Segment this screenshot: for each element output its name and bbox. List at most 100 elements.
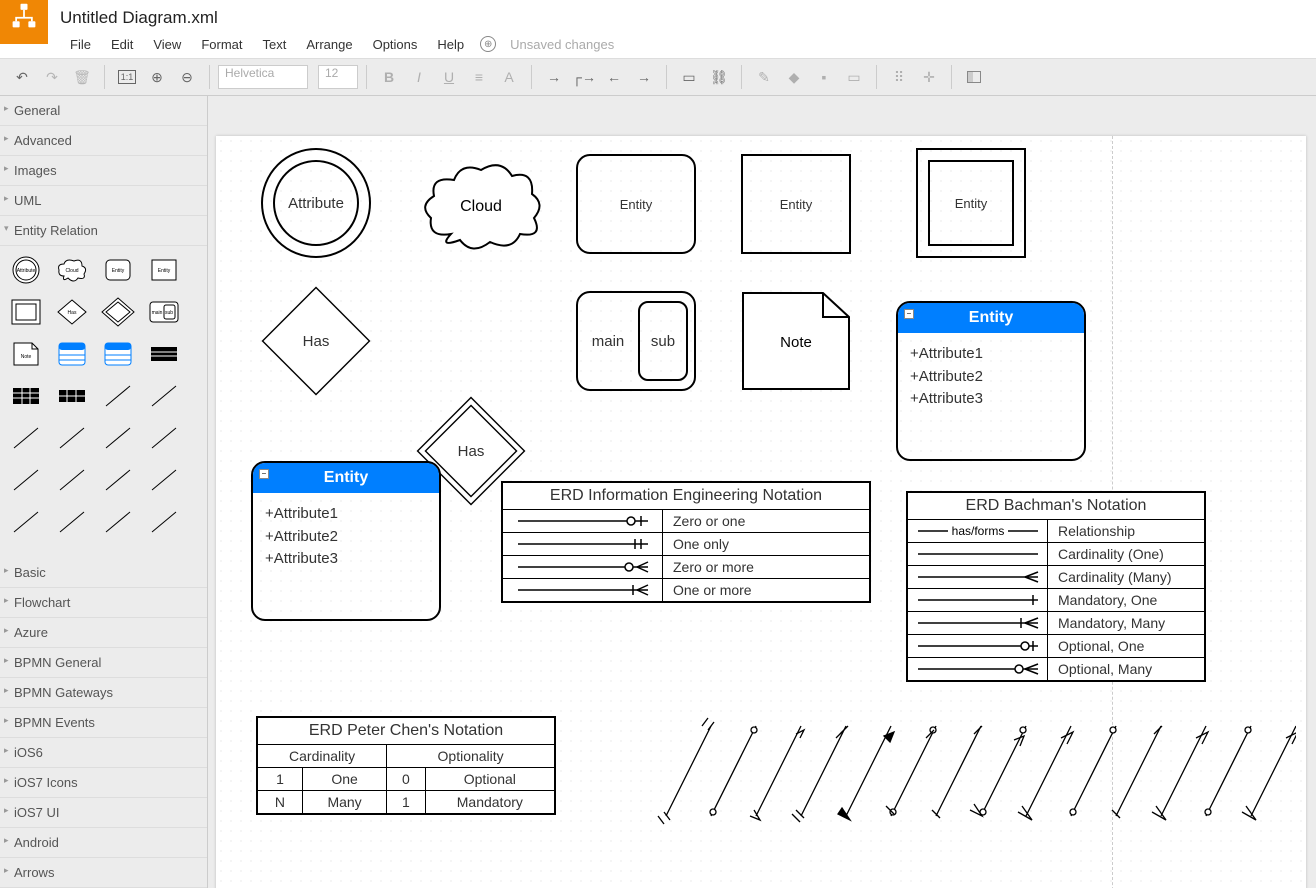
palette-line-14[interactable] [142,502,186,542]
palette-note[interactable]: Note [4,334,48,374]
actual-size-button[interactable]: 1:1 [113,63,141,91]
delete-button[interactable]: 🗑 [68,63,96,91]
sidecat-general[interactable]: General [0,96,207,126]
fill-color-button[interactable]: ◆ [780,63,808,91]
sidecat-advanced[interactable]: Advanced [0,126,207,156]
sidecat-ios7-ui[interactable]: iOS7 UI [0,798,207,828]
connection-samples[interactable] [636,716,1296,839]
shape-entity-rounded[interactable]: Entity [576,154,696,254]
shape-erd-chen-notation[interactable]: ERD Peter Chen's Notation CardinalityOpt… [256,716,556,815]
link-button[interactable]: ⛓ [705,63,733,91]
palette-entity-table-2[interactable] [96,334,140,374]
line-color-button[interactable]: ✎ [750,63,778,91]
menu-arrange[interactable]: Arrange [296,33,362,56]
shadow-button[interactable]: ▪ [810,63,838,91]
sidecat-basic[interactable]: Basic [0,558,207,588]
palette-line-12[interactable] [50,502,94,542]
palette-line-6[interactable] [142,418,186,458]
sidecat-flowchart[interactable]: Flowchart [0,588,207,618]
palette-table-dark[interactable] [142,334,186,374]
italic-button[interactable]: I [405,63,433,91]
font-color-button[interactable]: A [495,63,523,91]
zoom-out-button[interactable]: ⊖ [173,63,201,91]
palette-line-3[interactable] [4,418,48,458]
container-button[interactable]: ▭ [840,63,868,91]
bold-button[interactable]: B [375,63,403,91]
shape-attribute[interactable]: Attribute [261,148,371,258]
undo-button[interactable]: ↶ [8,63,36,91]
palette-has[interactable]: Has [50,292,94,332]
sidecat-ios7-icons[interactable]: iOS7 Icons [0,768,207,798]
shape-erd-ie-notation[interactable]: ERD Information Engineering Notation Zer… [501,481,871,603]
grid-dots-button[interactable]: ⠿ [885,63,913,91]
font-family-input[interactable]: Helvetica [218,65,308,89]
palette-entity-square[interactable]: Entity [142,250,186,290]
palette-grid-2[interactable] [50,376,94,416]
sidecat-ios6[interactable]: iOS6 [0,738,207,768]
waypoint-button[interactable]: ┌→ [570,63,598,91]
palette-has-double[interactable] [96,292,140,332]
menu-view[interactable]: View [143,33,191,56]
palette-entity-table-1[interactable] [50,334,94,374]
canvas-area[interactable]: Attribute Cloud Entity Entity Entity Has… [208,96,1316,888]
sidecat-entity-relation[interactable]: Entity Relation [0,216,207,246]
collapse-icon[interactable]: – [904,309,914,319]
sidecat-azure[interactable]: Azure [0,618,207,648]
font-size-input[interactable]: 12 [318,65,358,89]
palette-cloud[interactable]: Cloud [50,250,94,290]
palette-entity-double[interactable] [4,292,48,332]
sidecat-bpmn-events[interactable]: BPMN Events [0,708,207,738]
palette-line-4[interactable] [50,418,94,458]
sidecat-android[interactable]: Android [0,828,207,858]
palette-line-7[interactable] [4,460,48,500]
palette-line-8[interactable] [50,460,94,500]
line-end-button[interactable]: → [630,63,658,91]
guides-button[interactable]: ✛ [915,63,943,91]
image-button[interactable]: ▭ [675,63,703,91]
menu-help[interactable]: Help [427,33,474,56]
sidecat-uml[interactable]: UML [0,186,207,216]
shape-entity-table-2[interactable]: –Entity +Attribute1 +Attribute2 +Attribu… [251,461,441,621]
drawing-canvas[interactable]: Attribute Cloud Entity Entity Entity Has… [216,136,1306,888]
line-start-button[interactable]: ← [600,63,628,91]
shape-entity-double[interactable]: Entity [916,148,1026,258]
save-status: Unsaved changes [510,37,614,52]
palette-line-9[interactable] [96,460,140,500]
sidecat-arrows[interactable]: Arrows [0,858,207,888]
sidecat-images[interactable]: Images [0,156,207,186]
redo-button[interactable]: ↷ [38,63,66,91]
palette-line-13[interactable] [96,502,140,542]
outline-button[interactable] [960,63,988,91]
align-button[interactable]: ≡ [465,63,493,91]
menu-text[interactable]: Text [252,33,296,56]
shape-note[interactable]: Note [741,291,851,394]
palette-attribute[interactable]: Attribute [4,250,48,290]
menu-file[interactable]: File [60,33,101,56]
palette-line-5[interactable] [96,418,140,458]
palette-grid-1[interactable] [4,376,48,416]
shape-has[interactable]: Has [261,286,371,396]
underline-button[interactable]: U [435,63,463,91]
connection-button[interactable]: → [540,63,568,91]
shape-entity-square[interactable]: Entity [741,154,851,254]
palette-line-11[interactable] [4,502,48,542]
shape-cloud[interactable]: Cloud [416,156,546,259]
menu-format[interactable]: Format [191,33,252,56]
menu-options[interactable]: Options [363,33,428,56]
palette-mainsub[interactable]: mainsub [142,292,186,332]
shape-entity-table-1[interactable]: –Entity +Attribute1 +Attribute2 +Attribu… [896,301,1086,461]
palette-line-2[interactable] [142,376,186,416]
palette-entity-round[interactable]: Entity [96,250,140,290]
shape-main-sub[interactable]: mainsub [576,291,696,391]
palette-line-1[interactable] [96,376,140,416]
document-title[interactable]: Untitled Diagram.xml [60,8,1316,28]
sidecat-bpmn-general[interactable]: BPMN General [0,648,207,678]
menu-edit[interactable]: Edit [101,33,143,56]
sidecat-bpmn-gateways[interactable]: BPMN Gateways [0,678,207,708]
collapse-icon[interactable]: – [259,469,269,479]
palette-line-10[interactable] [142,460,186,500]
shape-erd-bachman-notation[interactable]: ERD Bachman's Notation has/formsRelation… [906,491,1206,682]
zoom-in-button[interactable]: ⊕ [143,63,171,91]
language-icon[interactable]: ⊕ [480,36,496,52]
svg-text:sub: sub [165,310,173,316]
